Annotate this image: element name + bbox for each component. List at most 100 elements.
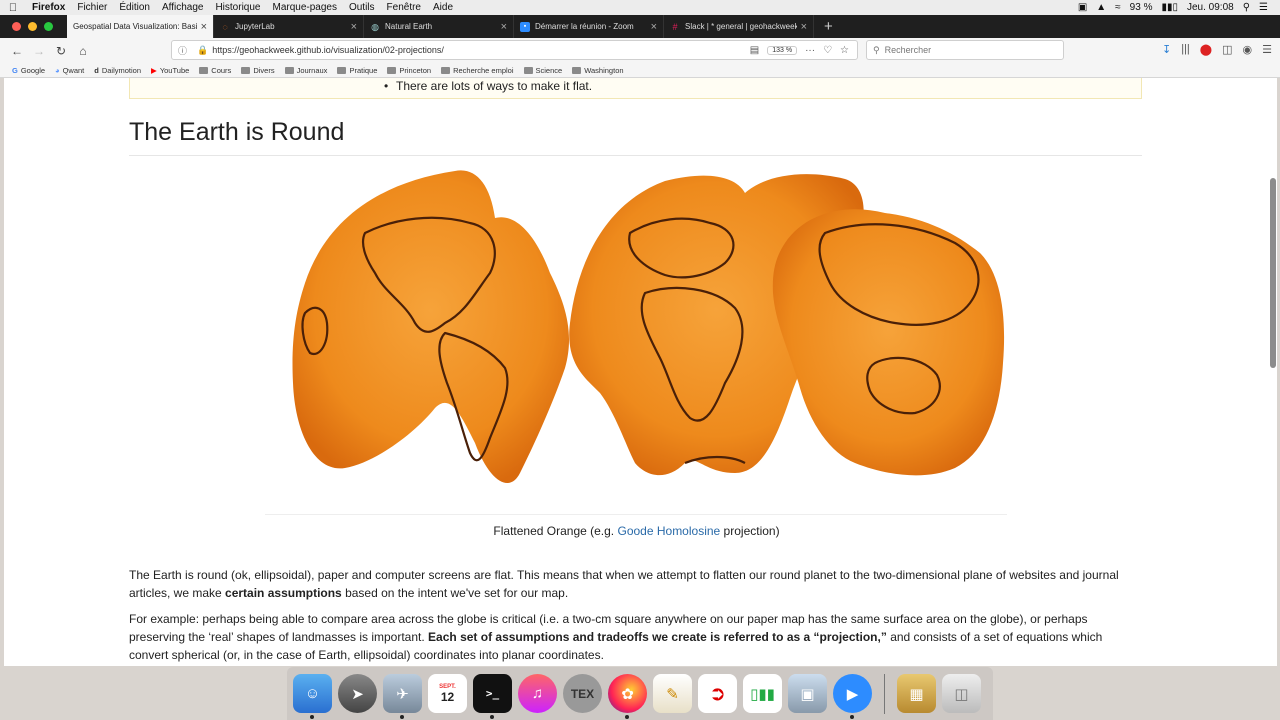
forward-button[interactable]: →: [28, 44, 50, 58]
bookmark-youtube[interactable]: ▶ YouTube: [151, 66, 189, 75]
bookmark-journaux[interactable]: Journaux: [284, 66, 327, 75]
archive-utility-icon[interactable]: ▦: [897, 674, 936, 713]
account-icon[interactable]: ◉: [1243, 43, 1253, 56]
zoom-app-icon[interactable]: ▶: [833, 674, 872, 719]
firefox-icon[interactable]: ✿: [608, 674, 647, 719]
tab-title: Geospatial Data Visualization: Basics: [73, 22, 197, 31]
textedit-icon[interactable]: ✎: [653, 674, 692, 713]
library-icon[interactable]: |||: [1181, 43, 1190, 56]
spotlight-icon[interactable]: ⚲: [1243, 2, 1250, 13]
menu-app-firefox[interactable]: Firefox: [26, 2, 71, 13]
page-scrollbar[interactable]: [1270, 178, 1276, 368]
folder-icon: [572, 66, 582, 74]
running-indicator: [400, 715, 404, 719]
window-controls: [0, 22, 67, 31]
bookmark-dailymotion[interactable]: d Dailymotion: [94, 66, 141, 75]
tab-close-icon[interactable]: ×: [351, 21, 357, 33]
calendar-icon[interactable]: SEPT. 12: [428, 674, 467, 713]
launchpad-icon[interactable]: ➤: [338, 674, 377, 713]
menu-fichier[interactable]: Fichier: [71, 2, 113, 13]
menu-aide[interactable]: Aide: [427, 2, 459, 13]
battery-icon[interactable]: ▮▮▯: [1161, 2, 1178, 13]
image-capture-icon[interactable]: ▣: [788, 674, 827, 713]
menu-affichage[interactable]: Affichage: [156, 2, 210, 13]
tab-slack[interactable]: # Slack | * general | geohackweek ×: [664, 15, 814, 38]
acrobat-icon[interactable]: ➲: [698, 674, 737, 713]
tab-zoom[interactable]: ▪ Démarrer la réunion - Zoom ×: [514, 15, 664, 38]
tab-close-icon[interactable]: ×: [651, 21, 657, 33]
airplay-icon[interactable]: ▲: [1096, 2, 1106, 13]
running-indicator: [625, 715, 629, 719]
lock-icon[interactable]: 🔒: [197, 45, 208, 56]
search-bar[interactable]: ⚲ Rechercher: [866, 40, 1064, 60]
notification-center-icon[interactable]: ☰: [1259, 2, 1268, 13]
menu-fenetre[interactable]: Fenêtre: [381, 2, 427, 13]
trash-icon[interactable]: ◫: [942, 674, 981, 713]
tab-jupyterlab[interactable]: ◌ JupyterLab ×: [214, 15, 364, 38]
itunes-icon[interactable]: ♫: [518, 674, 557, 713]
reader-view-icon[interactable]: ▤: [750, 45, 759, 56]
running-indicator: [850, 715, 854, 719]
tab-title: Démarrer la réunion - Zoom: [535, 22, 634, 31]
page-actions-icon[interactable]: ···: [805, 45, 815, 56]
bookmark-cours[interactable]: Cours: [199, 66, 231, 75]
macos-menubar:  Firefox Fichier Édition Affichage Hist…: [0, 0, 1280, 15]
menu-hamburger-icon[interactable]: ☰: [1262, 43, 1272, 56]
bookmark-washington[interactable]: Washington: [572, 66, 624, 75]
tab-natural-earth[interactable]: ◍ Natural Earth ×: [364, 15, 514, 38]
terminal-icon[interactable]: >_: [473, 674, 512, 719]
youtube-icon: ▶: [151, 65, 157, 75]
tab-close-icon[interactable]: ×: [201, 21, 207, 33]
numbers-icon[interactable]: ▯▮▮: [743, 674, 782, 713]
menu-edition[interactable]: Édition: [113, 2, 156, 13]
tab-close-icon[interactable]: ×: [801, 21, 807, 33]
zoom-level-badge[interactable]: 133 %: [767, 45, 798, 55]
orange-peel-illustration: [292, 170, 1005, 484]
home-button[interactable]: ⌂: [72, 44, 94, 58]
apple-icon[interactable]: : [0, 2, 26, 14]
bookmark-star-icon[interactable]: ☆: [840, 45, 849, 56]
running-indicator: [310, 715, 314, 719]
close-window-button[interactable]: [12, 22, 21, 31]
reload-button[interactable]: ↻: [50, 44, 72, 58]
tab-close-icon[interactable]: ×: [501, 21, 507, 33]
zoom-icon: ▪: [520, 21, 530, 32]
search-icon: ⚲: [873, 44, 880, 55]
new-tab-button[interactable]: +: [814, 18, 843, 35]
menubar-clock[interactable]: Jeu. 09:08: [1187, 2, 1234, 13]
pocket-icon[interactable]: ♡: [823, 45, 832, 56]
bookmark-princeton[interactable]: Princeton: [387, 66, 431, 75]
url-text[interactable]: https://geohackweek.github.io/visualizat…: [212, 45, 750, 55]
bookmark-google[interactable]: G Google: [12, 66, 45, 75]
tab-geospatial[interactable]: Geospatial Data Visualization: Basics ×: [67, 15, 214, 38]
bookmark-divers[interactable]: Divers: [241, 66, 275, 75]
info-icon[interactable]: ⓘ: [178, 44, 187, 57]
bookmark-science[interactable]: Science: [523, 66, 562, 75]
downloads-icon[interactable]: ↧: [1162, 43, 1171, 56]
battery-percent[interactable]: 93 %: [1130, 2, 1153, 13]
qwant-icon: ◕: [55, 65, 60, 75]
page-viewport[interactable]: There are lots of ways to make it flat. …: [4, 78, 1277, 666]
adblock-icon[interactable]: ⬤: [1200, 43, 1212, 56]
minimize-window-button[interactable]: [28, 22, 37, 31]
wifi-icon[interactable]: ≈: [1115, 2, 1121, 13]
goode-homolosine-link[interactable]: Goode Homolosine: [617, 524, 720, 538]
bookmark-qwant[interactable]: ◕ Qwant: [55, 66, 84, 75]
url-bar[interactable]: ⓘ 🔒 https://geohackweek.github.io/visual…: [171, 40, 858, 60]
bookmark-pratique[interactable]: Pratique: [337, 66, 377, 75]
menu-historique[interactable]: Historique: [209, 2, 266, 13]
tex-shop-icon[interactable]: TEX: [563, 674, 602, 713]
folder-icon: [441, 66, 451, 74]
sidebar-icon[interactable]: ◫: [1222, 43, 1232, 56]
screen-share-icon[interactable]: ▣: [1078, 2, 1087, 13]
preview-icon[interactable]: ✈: [383, 674, 422, 719]
tab-title: Natural Earth: [385, 22, 433, 31]
menu-outils[interactable]: Outils: [343, 2, 381, 13]
finder-icon[interactable]: ☺: [293, 674, 332, 719]
dock-separator: [884, 673, 885, 714]
back-button[interactable]: ←: [6, 44, 28, 58]
menu-marque-pages[interactable]: Marque-pages: [266, 2, 342, 13]
tab-title: Slack | * general | geohackweek: [685, 22, 797, 31]
zoom-window-button[interactable]: [44, 22, 53, 31]
bookmark-recherche-emploi[interactable]: Recherche emploi: [441, 66, 514, 75]
